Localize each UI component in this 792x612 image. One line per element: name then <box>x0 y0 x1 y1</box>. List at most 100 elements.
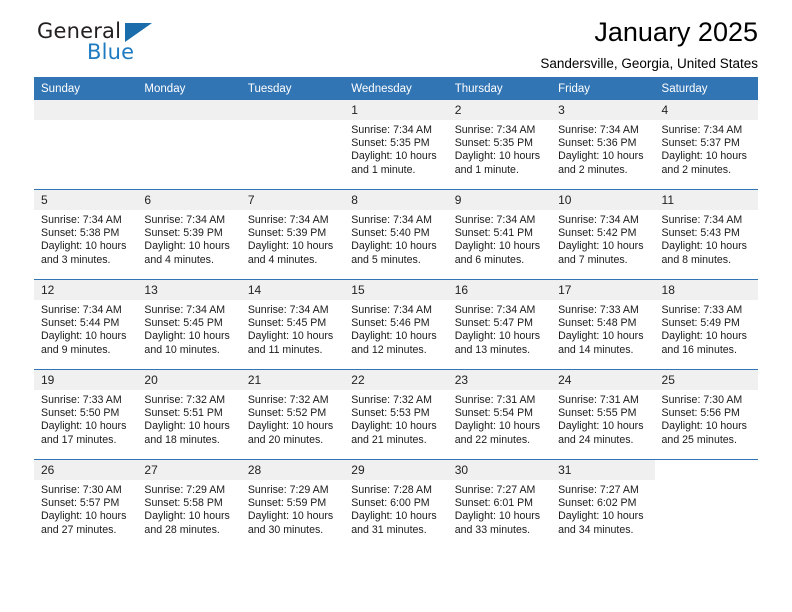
calendar-day-cell[interactable]: 29 Sunrise: 7:28 AM Sunset: 6:00 PM Dayligh… <box>344 459 448 549</box>
sunset-time: Sunset: 5:43 PM <box>661 227 740 240</box>
daylight-duration-line1: Daylight: 10 hours <box>558 330 644 343</box>
daylight-duration-line1: Daylight: 10 hours <box>454 150 541 163</box>
calendar-day-cell[interactable]: 1 Sunrise: 7:34 AM Sunset: 5:35 PM Daylight… <box>344 100 448 190</box>
sunrise-time: Sunrise: 7:29 AM <box>247 484 329 496</box>
calendar-week-row: 26 Sunrise: 7:30 AM Sunset: 5:57 PM Dayligh… <box>34 459 758 549</box>
calendar-day-cell[interactable]: 18 Sunrise: 7:33 AM Sunset: 5:49 PM Dayligh… <box>654 279 758 370</box>
daylight-duration-line2: and 16 minutes. <box>661 343 737 356</box>
day-number: 19 <box>34 370 138 390</box>
calendar-day-cell[interactable]: 16 Sunrise: 7:34 AM Sunset: 5:47 PM Dayligh… <box>447 279 552 370</box>
calendar-day-cell[interactable]: 25 Sunrise: 7:30 AM Sunset: 5:56 PM Dayligh… <box>654 369 758 460</box>
daylight-duration-line1: Daylight: 10 hours <box>661 330 747 343</box>
sunrise-time: Sunrise: 7:34 AM <box>558 214 639 226</box>
daylight-duration-line1: Daylight: 10 hours <box>558 510 644 523</box>
day-number: 5 <box>34 190 138 210</box>
sunset-time: Sunset: 5:52 PM <box>247 407 327 420</box>
calendar-day-cell[interactable]: 10 Sunrise: 7:34 AM Sunset: 5:42 PM Dayligh… <box>551 189 655 280</box>
calendar-day-cell[interactable]: 26 Sunrise: 7:30 AM Sunset: 5:57 PM Dayligh… <box>34 459 138 549</box>
calendar-day-cell[interactable]: 4 Sunrise: 7:34 AM Sunset: 5:37 PM Daylight… <box>654 100 758 190</box>
sunrise-time: Sunrise: 7:32 AM <box>144 394 226 406</box>
day-number: 23 <box>447 370 552 390</box>
daylight-duration-line1: Daylight: 10 hours <box>454 510 541 523</box>
weekday-header-thursday: Thursday <box>447 77 552 100</box>
daylight-duration-line2: and 7 minutes. <box>558 253 628 266</box>
calendar-day-cell[interactable]: 24 Sunrise: 7:31 AM Sunset: 5:55 PM Dayligh… <box>551 369 655 460</box>
daylight-duration-line2: and 31 minutes. <box>351 523 427 536</box>
daylight-duration-line1: Daylight: 10 hours <box>41 330 127 343</box>
day-details: Sunrise: 7:27 AM Sunset: 6:02 PM Daylight:… <box>551 480 654 537</box>
calendar-day-cell[interactable]: 28 Sunrise: 7:29 AM Sunset: 5:59 PM Dayligh… <box>240 459 345 549</box>
daylight-duration-line2: and 11 minutes. <box>247 343 323 356</box>
day-number: 14 <box>240 280 345 300</box>
calendar-day-cell[interactable]: 31 Sunrise: 7:27 AM Sunset: 6:02 PM Dayligh… <box>551 459 655 549</box>
day-number: 13 <box>137 280 241 300</box>
daylight-duration-line2: and 25 minutes. <box>661 433 737 446</box>
sunrise-time: Sunrise: 7:32 AM <box>351 394 432 406</box>
calendar-day-cell[interactable]: 8 Sunrise: 7:34 AM Sunset: 5:40 PM Daylight… <box>344 189 448 280</box>
daylight-duration-line2: and 24 minutes. <box>558 433 634 446</box>
day-number <box>34 100 138 120</box>
sunrise-time: Sunrise: 7:27 AM <box>558 484 639 496</box>
calendar-day-cell[interactable]: 6 Sunrise: 7:34 AM Sunset: 5:39 PM Daylight… <box>137 189 241 280</box>
sunset-time: Sunset: 5:59 PM <box>247 497 327 510</box>
calendar-day-cell[interactable]: 7 Sunrise: 7:34 AM Sunset: 5:39 PM Daylight… <box>240 189 345 280</box>
daylight-duration-line2: and 9 minutes. <box>41 343 111 356</box>
sunrise-time: Sunrise: 7:31 AM <box>454 394 536 406</box>
calendar-day-cell[interactable]: 14 Sunrise: 7:34 AM Sunset: 5:45 PM Dayligh… <box>240 279 345 370</box>
day-number: 25 <box>654 370 758 390</box>
day-number: 22 <box>344 370 448 390</box>
day-details: Sunrise: 7:33 AM Sunset: 5:48 PM Daylight:… <box>551 300 654 357</box>
daylight-duration-line2: and 21 minutes. <box>351 433 427 446</box>
day-details: Sunrise: 7:32 AM Sunset: 5:52 PM Daylight:… <box>241 390 344 447</box>
sunset-time: Sunset: 5:54 PM <box>454 407 534 420</box>
calendar-day-cell[interactable]: 21 Sunrise: 7:32 AM Sunset: 5:52 PM Dayligh… <box>240 369 345 460</box>
sunset-time: Sunset: 5:44 PM <box>41 317 120 330</box>
calendar-day-cell[interactable]: 15 Sunrise: 7:34 AM Sunset: 5:46 PM Dayligh… <box>344 279 448 370</box>
day-details: Sunrise: 7:34 AM Sunset: 5:37 PM Daylight:… <box>655 120 758 177</box>
calendar-day-cell[interactable]: 12 Sunrise: 7:34 AM Sunset: 5:44 PM Dayligh… <box>34 279 138 370</box>
page-title: January 2025 <box>594 17 758 47</box>
day-number: 20 <box>137 370 241 390</box>
sunset-time: Sunset: 5:51 PM <box>144 407 223 420</box>
calendar-day-cell[interactable]: 27 Sunrise: 7:29 AM Sunset: 5:58 PM Dayligh… <box>137 459 241 549</box>
day-details: Sunrise: 7:28 AM Sunset: 6:00 PM Daylight:… <box>344 480 447 537</box>
page-header: General Blue January 2025 Sandersville, … <box>34 0 758 77</box>
generalblue-logo[interactable]: General Blue <box>37 19 167 69</box>
calendar-day-cell[interactable]: 30 Sunrise: 7:27 AM Sunset: 6:01 PM Dayligh… <box>447 459 552 549</box>
daylight-duration-line2: and 13 minutes. <box>454 343 531 356</box>
daylight-duration-line1: Daylight: 10 hours <box>41 420 127 433</box>
day-number: 26 <box>34 460 138 480</box>
daylight-duration-line1: Daylight: 10 hours <box>247 240 334 253</box>
calendar-day-cell[interactable]: 5 Sunrise: 7:34 AM Sunset: 5:38 PM Daylight… <box>34 189 138 280</box>
weekday-header-saturday: Saturday <box>654 77 758 100</box>
calendar-day-cell[interactable]: 22 Sunrise: 7:32 AM Sunset: 5:53 PM Dayligh… <box>344 369 448 460</box>
daylight-duration-line1: Daylight: 10 hours <box>661 240 747 253</box>
calendar-cell-empty <box>34 100 138 190</box>
calendar-week-row: 12 Sunrise: 7:34 AM Sunset: 5:44 PM Dayligh… <box>34 279 758 370</box>
daylight-duration-line2: and 12 minutes. <box>351 343 427 356</box>
daylight-duration-line2: and 14 minutes. <box>558 343 634 356</box>
calendar-day-cell[interactable]: 23 Sunrise: 7:31 AM Sunset: 5:54 PM Dayligh… <box>447 369 552 460</box>
daylight-duration-line1: Daylight: 10 hours <box>661 420 747 433</box>
daylight-duration-line2: and 6 minutes. <box>454 253 525 266</box>
day-number: 11 <box>654 190 758 210</box>
sunrise-time: Sunrise: 7:34 AM <box>144 304 226 316</box>
sunset-time: Sunset: 5:56 PM <box>661 407 740 420</box>
calendar-day-cell[interactable]: 13 Sunrise: 7:34 AM Sunset: 5:45 PM Dayligh… <box>137 279 241 370</box>
sunset-time: Sunset: 5:35 PM <box>454 137 534 150</box>
calendar-day-cell[interactable]: 20 Sunrise: 7:32 AM Sunset: 5:51 PM Dayligh… <box>137 369 241 460</box>
calendar-day-cell[interactable]: 3 Sunrise: 7:34 AM Sunset: 5:36 PM Daylight… <box>551 100 655 190</box>
calendar-cell-empty <box>137 100 241 190</box>
day-details: Sunrise: 7:34 AM Sunset: 5:41 PM Daylight:… <box>448 210 551 267</box>
daylight-duration-line1: Daylight: 10 hours <box>144 330 230 343</box>
calendar-day-cell[interactable]: 11 Sunrise: 7:34 AM Sunset: 5:43 PM Dayligh… <box>654 189 758 280</box>
calendar-week-row: 1 Sunrise: 7:34 AM Sunset: 5:35 PM Daylight… <box>34 100 758 190</box>
calendar-day-cell[interactable]: 9 Sunrise: 7:34 AM Sunset: 5:41 PM Daylight… <box>447 189 552 280</box>
calendar-day-cell[interactable]: 19 Sunrise: 7:33 AM Sunset: 5:50 PM Dayligh… <box>34 369 138 460</box>
calendar-day-cell[interactable]: 17 Sunrise: 7:33 AM Sunset: 5:48 PM Dayligh… <box>551 279 655 370</box>
daylight-duration-line2: and 22 minutes. <box>454 433 531 446</box>
calendar-day-cell[interactable]: 2 Sunrise: 7:34 AM Sunset: 5:35 PM Daylight… <box>447 100 552 190</box>
day-details: Sunrise: 7:34 AM Sunset: 5:42 PM Daylight:… <box>551 210 654 267</box>
sunrise-time: Sunrise: 7:34 AM <box>454 304 536 316</box>
daylight-duration-line1: Daylight: 10 hours <box>351 330 437 343</box>
